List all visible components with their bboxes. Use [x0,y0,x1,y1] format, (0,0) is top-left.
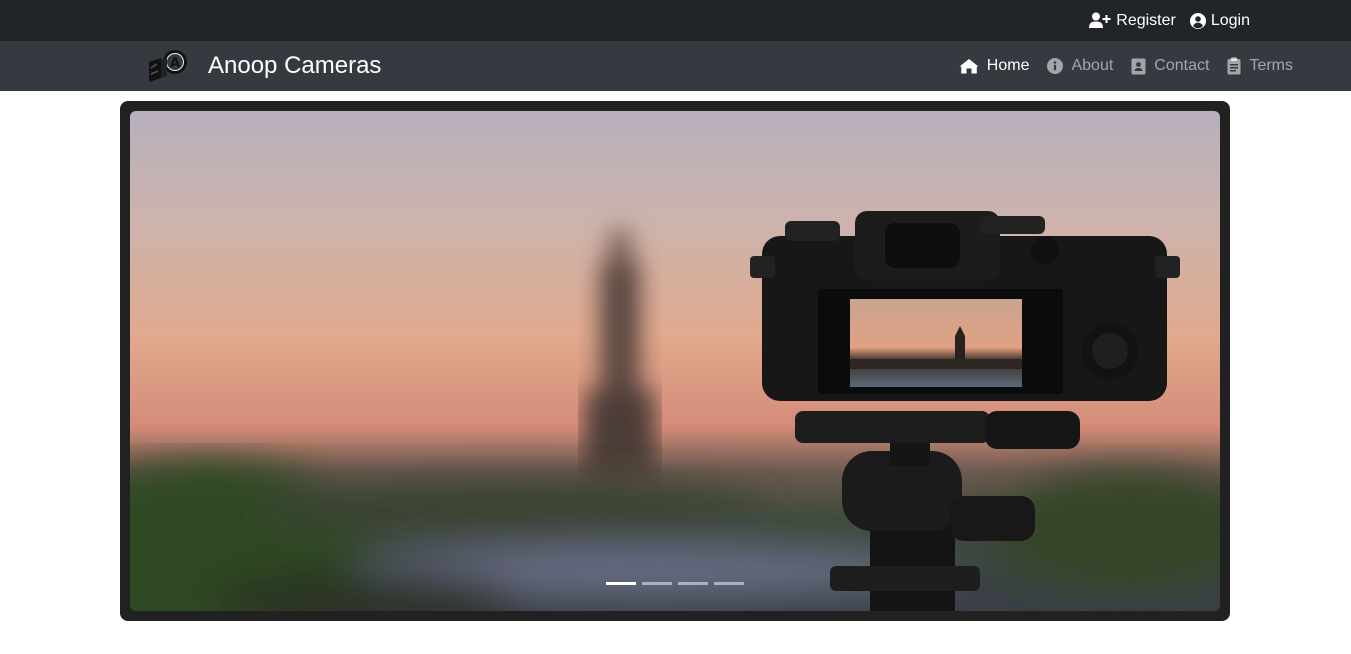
nav-item-contact[interactable]: Contact [1131,57,1209,75]
svg-text:A: A [170,56,180,71]
nav-menu: Home About Contact Terms [959,41,1293,91]
top-bar: Register Login [0,0,1351,41]
nav-item-label: Contact [1154,57,1210,74]
home-icon [959,58,979,74]
carousel-slide-image [130,111,1220,611]
account-links: Register Login [1089,0,1250,41]
info-icon [1047,58,1064,74]
hero-carousel[interactable] [130,111,1220,611]
carousel-indicator-2[interactable] [642,582,672,585]
login-link[interactable]: Login [1189,11,1250,30]
user-plus-icon [1089,12,1111,29]
carousel-indicator-4[interactable] [714,582,744,585]
login-label: Login [1210,11,1250,29]
user-circle-icon [1189,12,1206,29]
nav-item-label: Terms [1249,57,1293,74]
camera-logo-icon: A [147,44,189,89]
register-link[interactable]: Register [1089,12,1176,30]
main-navbar: A Anoop Cameras Home About Contact Terms [0,41,1351,91]
contact-book-icon [1131,58,1146,75]
nav-item-terms[interactable]: Terms [1227,57,1293,75]
register-label: Register [1116,11,1176,29]
nav-item-label: About [1071,57,1114,74]
carousel-indicator-1[interactable] [606,582,636,585]
carousel-frame [120,101,1230,621]
nav-item-label: Home [986,57,1030,74]
brand-title: Anoop Cameras [208,52,382,79]
nav-item-about[interactable]: About [1047,57,1113,75]
carousel-indicator-3[interactable] [678,582,708,585]
carousel-indicators [606,582,744,585]
clipboard-icon [1227,57,1241,75]
nav-item-home[interactable]: Home [959,57,1030,75]
brand[interactable]: A Anoop Cameras [147,41,381,91]
